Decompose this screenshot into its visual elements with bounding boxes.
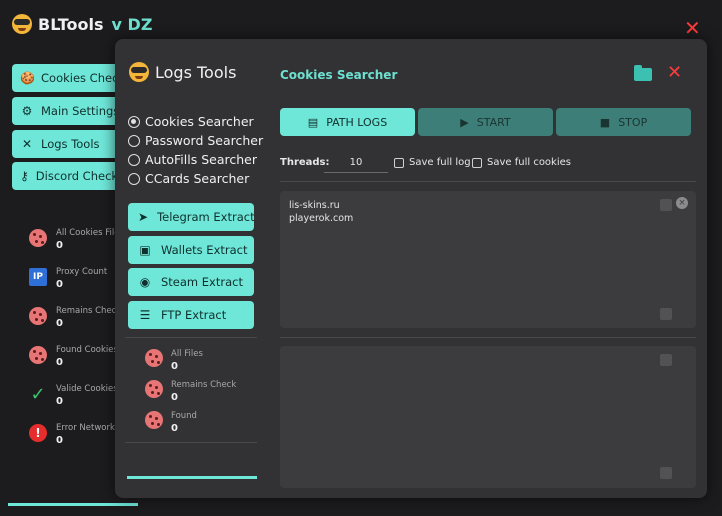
divider [280,337,696,338]
radio-icon [128,172,140,185]
clear-icon[interactable]: × [676,197,688,209]
logs-tools-dialog: Logs Tools Cookies Searcher Password Sea… [115,39,707,498]
app-version: v DZ [111,14,153,34]
folder-icon[interactable] [634,65,652,81]
nav-label: Discord Checker [35,169,122,183]
results-textbox[interactable] [280,346,696,488]
nav-discord-checker[interactable]: ⚷ Discord Checker [12,162,122,190]
sliders-icon: ⚙ [21,104,33,118]
nav-main-settings[interactable]: ⚙ Main Settings [12,97,122,125]
radio-icon [128,134,140,147]
checkbox-icon [394,157,404,168]
radio-selected-icon [128,115,140,128]
stat-remains-check: Remains Check 0 [28,306,121,329]
sunglasses-emoji-icon [12,14,32,34]
telegram-extract-button[interactable]: ➤ Telegram Extract [128,203,255,231]
resize-handle[interactable] [660,467,672,479]
tools-icon: ✕ [21,137,33,151]
scroll-thumb[interactable] [660,199,672,211]
radio-cookies-searcher[interactable]: Cookies Searcher [128,114,254,129]
searcher-title: Cookies Searcher [280,68,398,82]
nav-label: Main Settings [41,104,120,118]
main-progress-bar [8,503,138,506]
sunglasses-emoji-icon [129,62,149,82]
checkbox-icon [472,157,482,168]
checkmark-icon: ✓ [30,383,46,405]
dialog-stat-found: Found 0 [145,411,197,434]
nav-logs-tools[interactable]: ✕ Logs Tools [12,130,122,158]
query-line: playerok.com [289,213,354,224]
radio-ccards-searcher[interactable]: CCards Searcher [128,171,249,186]
ip-icon: IP [29,268,47,286]
telegram-icon: ➤ [138,210,149,224]
steam-icon: ◉ [139,275,151,289]
dialog-title: Logs Tools [129,62,236,82]
app-title: BLTools v DZ [12,14,152,34]
close-icon[interactable]: ✕ [684,18,701,38]
start-button[interactable]: ▶ START [418,108,553,136]
cookie-icon: 🍪 [20,71,35,85]
save-full-log-checkbox[interactable]: Save full log [394,157,471,168]
cookie-icon [145,349,163,367]
divider [125,337,257,338]
stat-error-networks: ! Error Networks 0 [28,423,119,446]
query-line: lis-skins.ru [289,200,340,211]
cookie-minus-icon [145,380,163,398]
query-textbox[interactable]: lis-skins.ru playerok.com × [280,191,696,328]
path-logs-button[interactable]: ▤ PATH LOGS [280,108,415,136]
cookie-icon [29,229,47,247]
dialog-progress-bar [127,476,257,479]
stat-all-cookies: All Cookies Files 0 [28,228,124,251]
resize-handle[interactable] [660,308,672,320]
nav-label: Cookies Checker [41,71,122,85]
cookie-check-icon [29,346,47,364]
wallet-icon: ▣ [139,243,151,257]
close-icon[interactable]: ✕ [667,64,682,82]
cookie-minus-icon [29,307,47,325]
stop-button[interactable]: ■ STOP [556,108,691,136]
dialog-stat-remains-check: Remains Check 0 [145,380,236,403]
threads-input[interactable]: 10 [324,153,388,173]
nav-cookies-checker[interactable]: 🍪 Cookies Checker [12,64,122,92]
radio-password-searcher[interactable]: Password Searcher [128,133,263,148]
app-name: BLTools [38,14,104,34]
cookie-check-icon [145,411,163,429]
dialog-stat-all-files: All Files 0 [145,349,203,372]
radio-autofills-searcher[interactable]: AutoFills Searcher [128,152,257,167]
stop-icon: ■ [599,115,611,129]
stat-proxy-count: IP Proxy Count 0 [28,267,107,290]
key-icon: ⚷ [20,169,29,183]
scroll-thumb[interactable] [660,354,672,366]
play-icon: ▶ [460,115,469,129]
threads-label: Threads: [280,157,330,168]
nav-label: Logs Tools [41,137,100,151]
divider [280,181,696,182]
divider [125,442,257,443]
radio-icon [128,153,140,166]
stat-found-cookies: Found Cookies 0 [28,345,118,368]
server-icon: ☰ [139,308,151,322]
save-full-cookies-checkbox[interactable]: Save full cookies [472,157,571,168]
stat-valide-cookies: ✓ Valide Cookies 0 [28,383,117,408]
wallets-extract-button[interactable]: ▣ Wallets Extract [128,236,254,264]
folder-icon: ▤ [307,115,319,129]
error-icon: ! [29,424,47,442]
steam-extract-button[interactable]: ◉ Steam Extract [128,268,254,296]
ftp-extract-button[interactable]: ☰ FTP Extract [128,301,254,329]
